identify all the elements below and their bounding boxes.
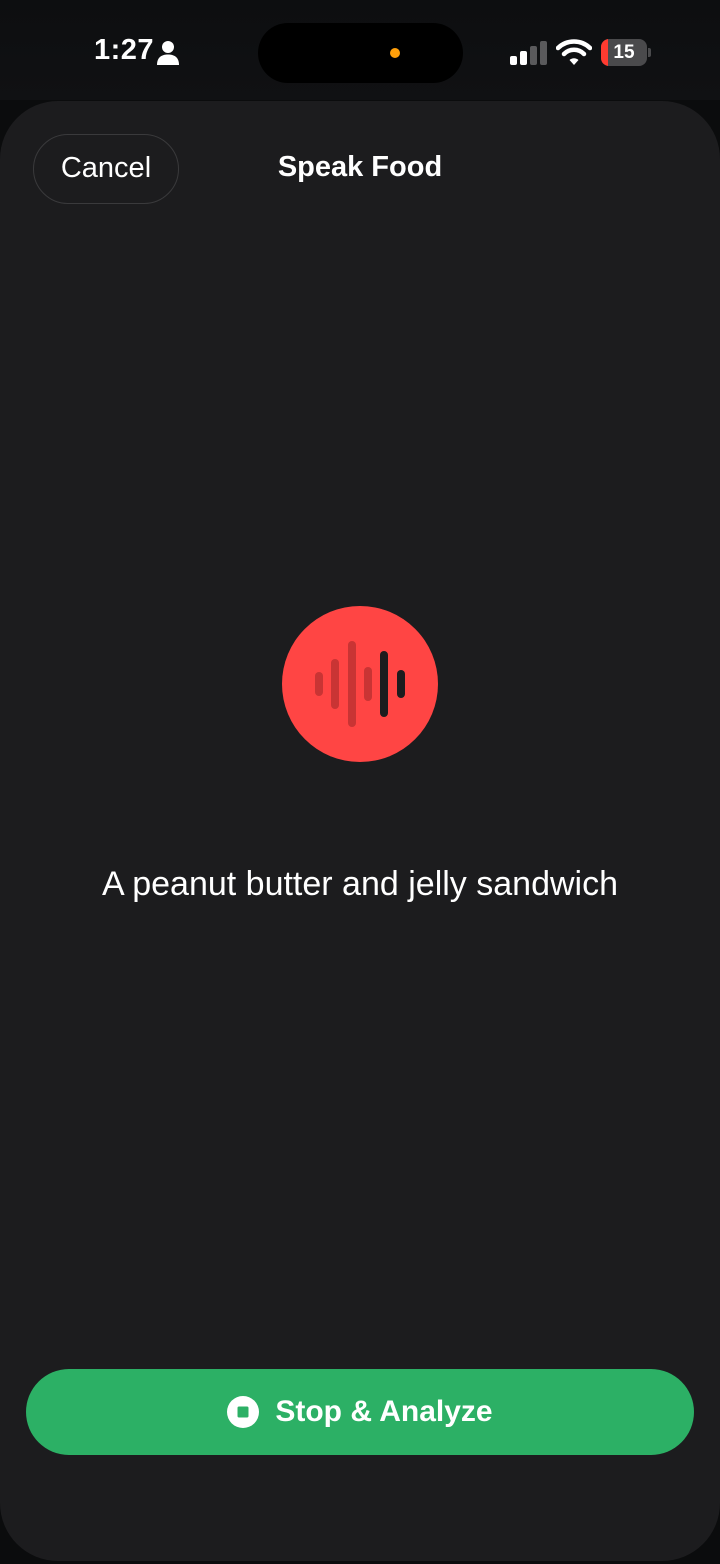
stop-analyze-label: Stop & Analyze — [275, 1395, 493, 1428]
speak-food-sheet: Cancel Speak Food A peanut butter and je… — [0, 101, 720, 1561]
person-icon — [157, 41, 179, 65]
privacy-indicator-dot — [390, 48, 400, 58]
dynamic-island — [258, 23, 463, 83]
status-time: 1:27 — [94, 34, 155, 66]
page-title: Speak Food — [277, 151, 443, 183]
cellular-signal-icon — [510, 41, 547, 65]
stop-icon — [227, 1396, 260, 1428]
stop-analyze-button[interactable]: Stop & Analyze — [26, 1369, 694, 1455]
battery-icon: 15 — [601, 39, 647, 66]
waveform-icon — [315, 641, 405, 727]
battery-indicator: 15 — [601, 39, 651, 66]
transcript-text: A peanut butter and jelly sandwich — [101, 865, 618, 903]
recording-indicator — [282, 606, 438, 762]
battery-cap — [648, 48, 651, 57]
wifi-icon — [556, 39, 592, 65]
status-bar: 1:27 15 — [0, 0, 720, 100]
speak-food-screen: 1:27 15 Cancel Speak Food A peanut butte… — [0, 0, 720, 1564]
battery-percent: 15 — [613, 42, 635, 63]
